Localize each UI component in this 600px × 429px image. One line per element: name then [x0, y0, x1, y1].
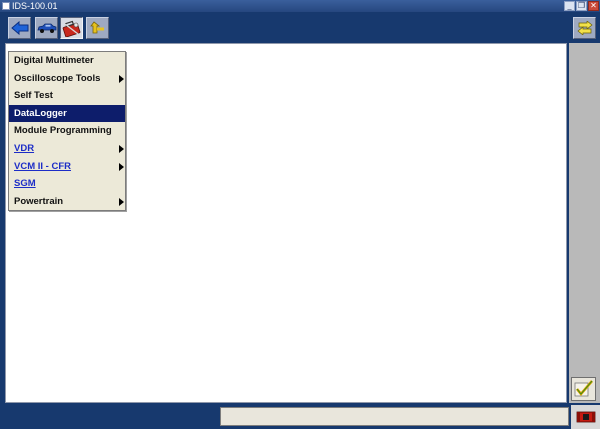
submenu-arrow-icon — [119, 144, 124, 153]
menu-item-label: SGM — [14, 178, 36, 190]
menu-item-label: VCM II - CFR — [14, 160, 71, 172]
menu-item-datalogger[interactable]: DataLogger — [9, 104, 125, 123]
menu-item-label: Module Programming — [14, 125, 112, 137]
menu-item-label: DataLogger — [14, 107, 67, 119]
window-title: IDS-100.01 — [12, 1, 58, 11]
swap-arrows-icon — [576, 21, 593, 35]
submenu-arrow-icon — [119, 74, 124, 83]
toolbox-icon — [62, 20, 80, 37]
close-button[interactable]: ✕ — [588, 1, 599, 11]
vcm-status-indicator — [571, 405, 600, 429]
menu-item-sgm[interactable]: SGM — [9, 175, 125, 193]
title-bar: IDS-100.01 _ ❐ ✕ — [0, 0, 600, 12]
vcm-status-icon — [576, 411, 595, 423]
vehicle-button[interactable] — [35, 17, 58, 39]
confirm-button[interactable] — [571, 377, 596, 401]
menu-item-label: Oscilloscope Tools — [14, 72, 101, 84]
app-icon — [2, 2, 10, 10]
recent-arrow-icon — [89, 21, 104, 34]
menu-item-label: VDR — [14, 142, 35, 154]
toolbox-menu: Digital Multimeter Oscilloscope Tools Se… — [8, 51, 126, 211]
menu-item-oscilloscope-tools[interactable]: Oscilloscope Tools — [9, 70, 125, 88]
recent-button[interactable] — [86, 17, 109, 39]
back-button[interactable] — [8, 17, 31, 39]
minimize-button[interactable]: _ — [564, 1, 575, 11]
menu-item-vcm-ii-cfr[interactable]: VCM II - CFR — [9, 158, 125, 176]
swap-button[interactable] — [573, 17, 596, 39]
toolbox-button[interactable] — [60, 17, 83, 39]
vehicle-icon — [36, 23, 56, 33]
menu-item-label: Self Test — [14, 90, 53, 102]
checkmark-icon — [574, 380, 593, 397]
menu-item-self-test[interactable]: Self Test — [9, 87, 125, 105]
menu-item-digital-multimeter[interactable]: Digital Multimeter — [9, 52, 125, 70]
menu-item-label: Powertrain — [14, 195, 64, 207]
status-message — [220, 407, 569, 426]
ids-application-window: IDS-100.01 _ ❐ ✕ Digital Multimeter Osci… — [0, 0, 600, 429]
menu-item-vdr[interactable]: VDR — [9, 140, 125, 158]
menu-item-label: Digital Multimeter — [14, 55, 94, 66]
menu-item-powertrain[interactable]: Powertrain — [9, 193, 125, 211]
back-arrow-icon — [10, 21, 28, 35]
right-side-panel — [569, 43, 600, 403]
status-bar-left — [0, 405, 217, 429]
menu-item-module-programming[interactable]: Module Programming — [9, 122, 125, 140]
maximize-button[interactable]: ❐ — [576, 1, 587, 11]
submenu-arrow-icon — [119, 197, 124, 206]
submenu-arrow-icon — [119, 162, 124, 171]
